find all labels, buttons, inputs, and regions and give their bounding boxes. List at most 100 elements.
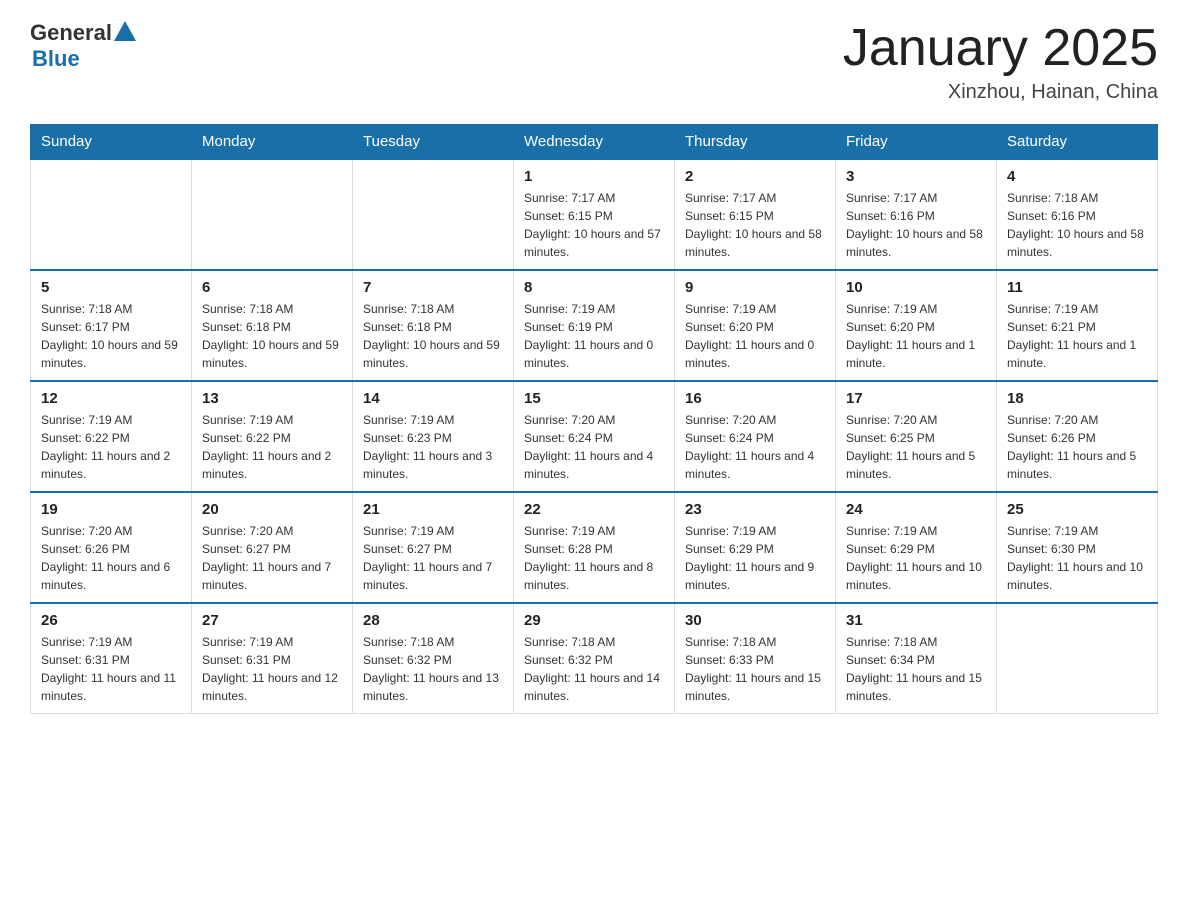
cell-day-number: 9 [685,279,825,296]
cell-day-number: 29 [524,612,664,629]
cell-info-text: Sunrise: 7:17 AMSunset: 6:15 PMDaylight:… [524,189,664,261]
cell-day-number: 1 [524,168,664,185]
cell-info-text: Sunrise: 7:19 AMSunset: 6:27 PMDaylight:… [363,522,503,594]
cell-info-text: Sunrise: 7:18 AMSunset: 6:33 PMDaylight:… [685,633,825,705]
cell-info-text: Sunrise: 7:19 AMSunset: 6:29 PMDaylight:… [685,522,825,594]
logo: General Blue [30,20,136,72]
cell-info-text: Sunrise: 7:19 AMSunset: 6:22 PMDaylight:… [41,411,181,483]
table-row [192,159,353,270]
cell-day-number: 13 [202,390,342,407]
calendar-week-row: 26 Sunrise: 7:19 AMSunset: 6:31 PMDayligh… [31,603,1158,714]
calendar-title: January 2025 [843,20,1158,77]
col-saturday: Saturday [997,125,1158,160]
cell-day-number: 19 [41,501,181,518]
cell-info-text: Sunrise: 7:19 AMSunset: 6:23 PMDaylight:… [363,411,503,483]
cell-day-number: 16 [685,390,825,407]
table-row [31,159,192,270]
cell-day-number: 12 [41,390,181,407]
table-row: 20 Sunrise: 7:20 AMSunset: 6:27 PMDayligh… [192,492,353,603]
cell-info-text: Sunrise: 7:19 AMSunset: 6:19 PMDaylight:… [524,300,664,372]
calendar-subtitle: Xinzhou, Hainan, China [843,81,1158,104]
cell-info-text: Sunrise: 7:19 AMSunset: 6:21 PMDaylight:… [1007,300,1147,372]
cell-info-text: Sunrise: 7:18 AMSunset: 6:32 PMDaylight:… [524,633,664,705]
cell-info-text: Sunrise: 7:18 AMSunset: 6:18 PMDaylight:… [363,300,503,372]
table-row: 15 Sunrise: 7:20 AMSunset: 6:24 PMDayligh… [514,381,675,492]
table-row: 7 Sunrise: 7:18 AMSunset: 6:18 PMDaylight… [353,270,514,381]
table-row: 24Sunrise: 7:19 AMSunset: 6:29 PMDayligh… [836,492,997,603]
cell-day-number: 21 [363,501,503,518]
table-row: 11 Sunrise: 7:19 AMSunset: 6:21 PMDayligh… [997,270,1158,381]
table-row: 28 Sunrise: 7:18 AMSunset: 6:32 PMDayligh… [353,603,514,714]
table-row: 16 Sunrise: 7:20 AMSunset: 6:24 PMDayligh… [675,381,836,492]
table-row: 4Sunrise: 7:18 AMSunset: 6:16 PMDaylight… [997,159,1158,270]
col-monday: Monday [192,125,353,160]
cell-info-text: Sunrise: 7:20 AMSunset: 6:25 PMDaylight:… [846,411,986,483]
table-row: 6Sunrise: 7:18 AMSunset: 6:18 PMDaylight… [192,270,353,381]
title-block: January 2025 Xinzhou, Hainan, China [843,20,1158,104]
table-row: 31Sunrise: 7:18 AMSunset: 6:34 PMDayligh… [836,603,997,714]
cell-day-number: 10 [846,279,986,296]
table-row: 9 Sunrise: 7:19 AMSunset: 6:20 PMDaylight… [675,270,836,381]
cell-day-number: 17 [846,390,986,407]
cell-day-number: 3 [846,168,986,185]
table-row: 23 Sunrise: 7:19 AMSunset: 6:29 PMDayligh… [675,492,836,603]
table-row: 12 Sunrise: 7:19 AMSunset: 6:22 PMDayligh… [31,381,192,492]
table-row: 19 Sunrise: 7:20 AMSunset: 6:26 PMDayligh… [31,492,192,603]
col-thursday: Thursday [675,125,836,160]
calendar-header-row: Sunday Monday Tuesday Wednesday Thursday… [31,125,1158,160]
cell-day-number: 27 [202,612,342,629]
cell-day-number: 23 [685,501,825,518]
cell-day-number: 14 [363,390,503,407]
cell-day-number: 11 [1007,279,1147,296]
table-row: 13 Sunrise: 7:19 AMSunset: 6:22 PMDayligh… [192,381,353,492]
calendar-week-row: 1 Sunrise: 7:17 AMSunset: 6:15 PMDaylight… [31,159,1158,270]
cell-day-number: 25 [1007,501,1147,518]
table-row: 17 Sunrise: 7:20 AMSunset: 6:25 PMDayligh… [836,381,997,492]
page-header: General Blue January 2025 Xinzhou, Haina… [30,20,1158,104]
cell-day-number: 30 [685,612,825,629]
cell-day-number: 20 [202,501,342,518]
table-row: 22Sunrise: 7:19 AMSunset: 6:28 PMDayligh… [514,492,675,603]
cell-info-text: Sunrise: 7:19 AMSunset: 6:31 PMDaylight:… [41,633,181,705]
calendar-week-row: 5 Sunrise: 7:18 AMSunset: 6:17 PMDaylight… [31,270,1158,381]
cell-info-text: Sunrise: 7:20 AMSunset: 6:24 PMDaylight:… [524,411,664,483]
table-row: 14 Sunrise: 7:19 AMSunset: 6:23 PMDayligh… [353,381,514,492]
cell-info-text: Sunrise: 7:19 AMSunset: 6:30 PMDaylight:… [1007,522,1147,594]
table-row [353,159,514,270]
cell-info-text: Sunrise: 7:19 AMSunset: 6:20 PMDaylight:… [685,300,825,372]
cell-day-number: 2 [685,168,825,185]
table-row: 30 Sunrise: 7:18 AMSunset: 6:33 PMDayligh… [675,603,836,714]
cell-info-text: Sunrise: 7:18 AMSunset: 6:17 PMDaylight:… [41,300,181,372]
table-row: 18Sunrise: 7:20 AMSunset: 6:26 PMDayligh… [997,381,1158,492]
table-row: 3Sunrise: 7:17 AMSunset: 6:16 PMDaylight… [836,159,997,270]
cell-day-number: 15 [524,390,664,407]
cell-info-text: Sunrise: 7:17 AMSunset: 6:15 PMDaylight:… [685,189,825,261]
cell-info-text: Sunrise: 7:19 AMSunset: 6:29 PMDaylight:… [846,522,986,594]
cell-info-text: Sunrise: 7:19 AMSunset: 6:31 PMDaylight:… [202,633,342,705]
table-row: 21 Sunrise: 7:19 AMSunset: 6:27 PMDayligh… [353,492,514,603]
table-row: 29 Sunrise: 7:18 AMSunset: 6:32 PMDayligh… [514,603,675,714]
cell-info-text: Sunrise: 7:19 AMSunset: 6:22 PMDaylight:… [202,411,342,483]
cell-info-text: Sunrise: 7:20 AMSunset: 6:24 PMDaylight:… [685,411,825,483]
cell-info-text: Sunrise: 7:20 AMSunset: 6:26 PMDaylight:… [1007,411,1147,483]
logo-triangle-icon [114,21,136,41]
cell-info-text: Sunrise: 7:19 AMSunset: 6:28 PMDaylight:… [524,522,664,594]
cell-day-number: 7 [363,279,503,296]
table-row: 2 Sunrise: 7:17 AMSunset: 6:15 PMDaylight… [675,159,836,270]
cell-day-number: 28 [363,612,503,629]
cell-info-text: Sunrise: 7:18 AMSunset: 6:32 PMDaylight:… [363,633,503,705]
cell-info-text: Sunrise: 7:20 AMSunset: 6:26 PMDaylight:… [41,522,181,594]
logo-text-blue: Blue [32,46,80,71]
table-row: 8Sunrise: 7:19 AMSunset: 6:19 PMDaylight… [514,270,675,381]
table-row: 25 Sunrise: 7:19 AMSunset: 6:30 PMDayligh… [997,492,1158,603]
cell-day-number: 5 [41,279,181,296]
col-sunday: Sunday [31,125,192,160]
table-row: 1 Sunrise: 7:17 AMSunset: 6:15 PMDaylight… [514,159,675,270]
cell-info-text: Sunrise: 7:19 AMSunset: 6:20 PMDaylight:… [846,300,986,372]
cell-info-text: Sunrise: 7:18 AMSunset: 6:16 PMDaylight:… [1007,189,1147,261]
table-row: 5 Sunrise: 7:18 AMSunset: 6:17 PMDaylight… [31,270,192,381]
table-row: 10 Sunrise: 7:19 AMSunset: 6:20 PMDayligh… [836,270,997,381]
cell-day-number: 26 [41,612,181,629]
cell-info-text: Sunrise: 7:20 AMSunset: 6:27 PMDaylight:… [202,522,342,594]
cell-info-text: Sunrise: 7:18 AMSunset: 6:18 PMDaylight:… [202,300,342,372]
